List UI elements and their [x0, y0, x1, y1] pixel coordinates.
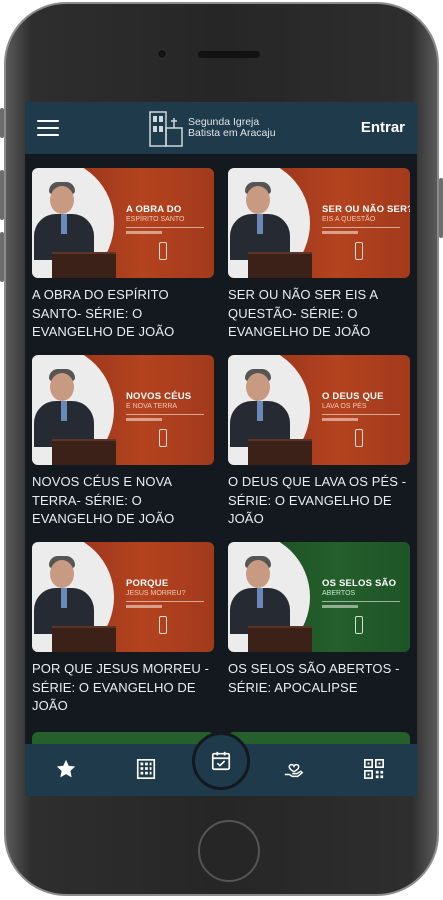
calendar-check-icon	[211, 751, 231, 771]
sermon-title: OS SELOS SÃO ABERTOS - SÉRIE: APOCALIPSE	[228, 661, 400, 695]
church-emblem-icon	[159, 242, 167, 260]
front-camera	[157, 49, 167, 59]
menu-button[interactable]	[37, 120, 59, 136]
thumb-divider	[126, 601, 204, 602]
thumb-title: O DEUS QUE	[322, 391, 384, 402]
thumb-title: OS SELOS SÃO	[322, 578, 397, 589]
church-emblem-icon	[159, 429, 167, 447]
preacher-tie	[61, 588, 67, 608]
sermon-card[interactable]: PORQUE JESUS MORREU? POR QUE JESUS MORRE…	[32, 542, 214, 729]
app-screen: Segunda Igreja Batista em Aracaju Entrar…	[25, 102, 417, 796]
sermon-thumbnail: A OBRA DO ESPÍRITO SANTO	[32, 168, 214, 278]
sermon-thumbnail: PORQUE JESUS MORREU?	[32, 542, 214, 652]
menu-icon-line	[37, 134, 59, 136]
thumb-caption	[322, 418, 358, 421]
sermon-title: POR QUE JESUS MORREU - SÉRIE: O EVANGELH…	[32, 661, 209, 713]
sermon-thumbnail: NOVOS CÉUS E NOVA TERRA	[32, 355, 214, 465]
thumb-caption	[126, 231, 162, 234]
thumb-title: PORQUE	[126, 578, 169, 589]
lectern	[52, 439, 116, 465]
sermon-thumbnail: OS SELOS SÃO ABERTOS	[228, 542, 410, 652]
church-emblem-icon	[355, 242, 363, 260]
nav-qrcode[interactable]	[361, 756, 387, 782]
nav-donate[interactable]	[281, 756, 307, 782]
sermon-card[interactable]: O DEUS QUE LAVA OS PÉS O DEUS QUE LAVA O…	[228, 355, 410, 542]
nav-schedule[interactable]	[192, 732, 250, 790]
lectern	[248, 252, 312, 278]
sermon-title: A OBRA DO ESPÍRITO SANTO- SÉRIE: O EVANG…	[32, 287, 175, 339]
thumb-subtitle: ESPÍRITO SANTO	[126, 216, 185, 223]
thumb-divider	[322, 601, 400, 602]
thumb-title: SER OU NÃO SER?	[322, 204, 410, 215]
thumb-divider	[126, 414, 204, 415]
lectern	[248, 626, 312, 652]
preacher-head	[50, 186, 74, 214]
thumb-divider	[322, 414, 400, 415]
mute-switch	[0, 108, 4, 138]
sermon-card[interactable]: OS SELOS SÃO ABERTOS OS SELOS SÃO ABERTO…	[228, 542, 410, 729]
preacher-tie	[61, 214, 67, 234]
menu-icon-line	[37, 120, 59, 122]
nav-favorites[interactable]	[53, 756, 79, 782]
preacher-head	[246, 373, 270, 401]
thumb-title: NOVOS CÉUS	[126, 391, 192, 402]
volume-down-button	[0, 232, 4, 282]
thumb-divider	[126, 227, 204, 228]
home-button[interactable]	[198, 820, 260, 882]
thumb-caption	[322, 605, 358, 608]
thumb-caption	[322, 231, 358, 234]
sermon-card[interactable]: NOVOS CÉUS E NOVA TERRA NOVOS CÉUS E NOV…	[32, 355, 214, 542]
preacher-head	[50, 373, 74, 401]
menu-icon-line	[37, 127, 59, 129]
thumb-subtitle: EIS A QUESTÃO	[322, 216, 376, 223]
sermon-card[interactable]: A OBRA DO ESPÍRITO SANTO A OBRA DO ESPÍR…	[32, 168, 214, 355]
sermon-title: NOVOS CÉUS E NOVA TERRA- SÉRIE: O EVANGE…	[32, 474, 175, 526]
thumb-subtitle: JESUS MORREU?	[126, 590, 186, 597]
sermon-thumbnail: SER OU NÃO SER? EIS A QUESTÃO	[228, 168, 410, 278]
church-emblem-icon	[355, 429, 363, 447]
thumb-title: A OBRA DO	[126, 204, 182, 215]
thumb-subtitle: E NOVA TERRA	[126, 403, 178, 410]
sermon-title: O DEUS QUE LAVA OS PÉS - SÉRIE: O EVANGE…	[228, 474, 407, 526]
login-button[interactable]: Entrar	[361, 119, 405, 136]
speaker	[198, 51, 260, 58]
thumb-subtitle: ABERTOS	[322, 590, 356, 597]
thumb-divider	[322, 227, 400, 228]
church-logo: Segunda Igreja Batista em Aracaju	[148, 107, 276, 149]
preacher-tie	[257, 214, 263, 234]
preacher-head	[246, 560, 270, 588]
building-icon	[136, 759, 156, 779]
hand-heart-icon	[284, 763, 304, 778]
lectern	[52, 626, 116, 652]
church-building-icon	[149, 111, 183, 147]
thumb-subtitle: LAVA OS PÉS	[322, 403, 367, 410]
sermon-card[interactable]: SER OU NÃO SER? EIS A QUESTÃO SER OU NÃO…	[228, 168, 410, 355]
sermon-thumbnail: O DEUS QUE LAVA OS PÉS	[228, 355, 410, 465]
preacher-tie	[61, 401, 67, 421]
thumb-caption	[126, 605, 162, 608]
preacher-head	[50, 560, 74, 588]
preacher-tie	[257, 401, 263, 421]
lectern	[248, 439, 312, 465]
logo-line-2: Batista em Aracaju	[188, 127, 276, 139]
church-emblem-icon	[355, 616, 363, 634]
thumb-caption	[126, 418, 162, 421]
lectern	[52, 252, 116, 278]
star-icon	[56, 759, 76, 778]
preacher-head	[246, 186, 270, 214]
sermon-title: SER OU NÃO SER EIS A QUESTÃO- SÉRIE: O E…	[228, 287, 378, 339]
preacher-tie	[257, 588, 263, 608]
nav-church[interactable]	[133, 756, 159, 782]
power-button	[439, 178, 443, 238]
sermon-grid: A OBRA DO ESPÍRITO SANTO A OBRA DO ESPÍR…	[25, 168, 417, 729]
church-emblem-icon	[159, 616, 167, 634]
app-header: Segunda Igreja Batista em Aracaju Entrar	[25, 102, 417, 154]
volume-up-button	[0, 170, 4, 220]
qr-code-icon	[364, 759, 384, 779]
